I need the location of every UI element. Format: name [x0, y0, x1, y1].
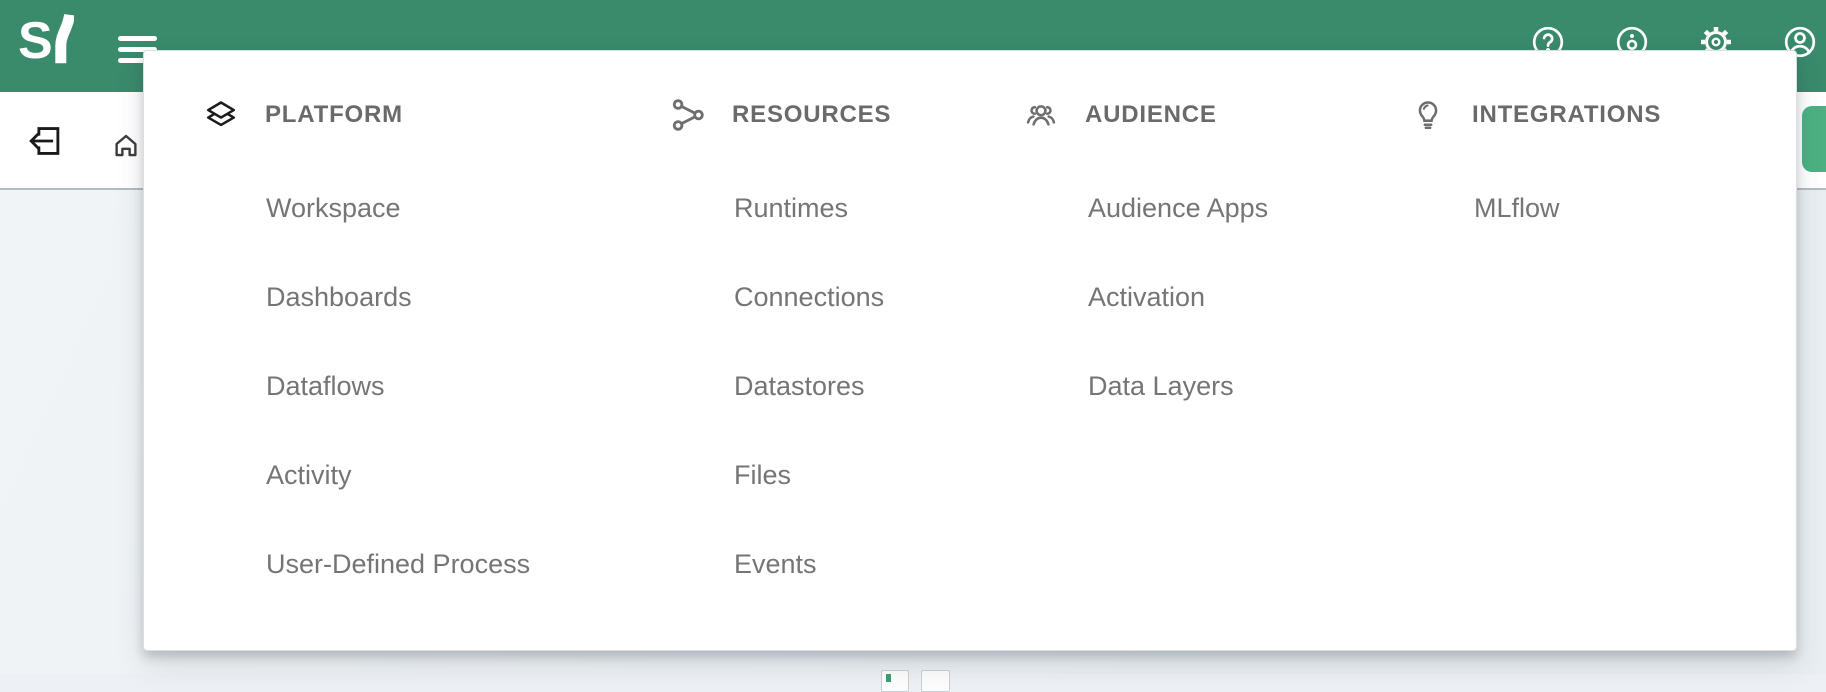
menu-item-datastores[interactable]: Datastores	[734, 369, 865, 403]
menu-item-audience-apps[interactable]: Audience Apps	[1088, 191, 1268, 225]
home-icon[interactable]	[111, 130, 141, 160]
lightbulb-icon	[1411, 98, 1445, 132]
section-header-integrations: INTEGRATIONS	[1411, 95, 1661, 135]
create-button-partial[interactable]	[1802, 106, 1826, 172]
app-logo[interactable]: S	[18, 13, 74, 69]
menu-item-activation[interactable]: Activation	[1088, 280, 1205, 314]
mega-menu-panel: PLATFORM Workspace Dashboards Dataflows …	[143, 50, 1797, 651]
menu-item-dataflows[interactable]: Dataflows	[266, 369, 385, 403]
people-icon	[1024, 98, 1058, 132]
menu-item-dashboards[interactable]: Dashboards	[266, 280, 412, 314]
partial-button-right[interactable]	[921, 670, 950, 692]
exit-nav-icon[interactable]	[27, 122, 65, 160]
layers-icon	[204, 98, 238, 132]
logo-stroke-icon	[52, 13, 74, 65]
menu-item-user-defined-process[interactable]: User-Defined Process	[266, 547, 530, 581]
section-header-resources: RESOURCES	[671, 95, 891, 135]
section-title: RESOURCES	[732, 101, 891, 129]
section-title: PLATFORM	[265, 101, 403, 129]
section-title: AUDIENCE	[1085, 101, 1217, 129]
menu-item-files[interactable]: Files	[734, 458, 791, 492]
section-title: INTEGRATIONS	[1472, 101, 1661, 129]
logo-letter: S	[18, 13, 52, 69]
menu-item-connections[interactable]: Connections	[734, 280, 884, 314]
menu-item-mlflow[interactable]: MLflow	[1474, 191, 1560, 225]
menu-item-activity[interactable]: Activity	[266, 458, 352, 492]
partial-button-left[interactable]	[881, 670, 909, 692]
menu-item-data-layers[interactable]: Data Layers	[1088, 369, 1234, 403]
partial-button-glyph	[886, 674, 891, 682]
section-header-platform: PLATFORM	[204, 95, 403, 135]
menu-item-events[interactable]: Events	[734, 547, 817, 581]
menu-item-workspace[interactable]: Workspace	[266, 191, 401, 225]
menu-item-runtimes[interactable]: Runtimes	[734, 191, 848, 225]
share-icon	[671, 98, 705, 132]
section-header-audience: AUDIENCE	[1024, 95, 1217, 135]
